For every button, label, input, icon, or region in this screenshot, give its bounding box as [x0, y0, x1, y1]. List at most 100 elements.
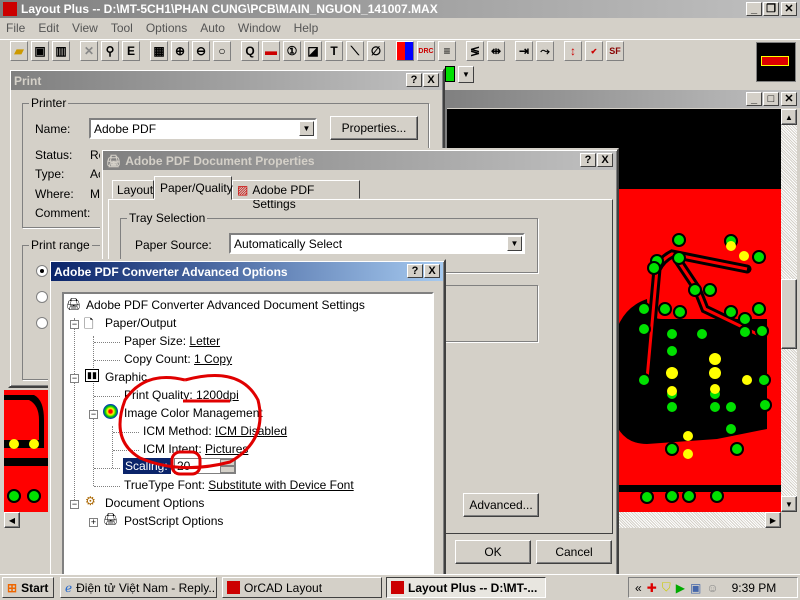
advanced-help-button[interactable]: ?: [407, 264, 423, 278]
menu-tool[interactable]: Tool: [111, 21, 133, 35]
menu-edit[interactable]: Edit: [38, 21, 59, 35]
menu-auto[interactable]: Auto: [200, 21, 225, 35]
tree-truetype-font[interactable]: TrueType Font: Substitute with Device Fo…: [124, 478, 354, 492]
scroll-down-button[interactable]: ▼: [781, 496, 797, 512]
pcb-close-button[interactable]: ✕: [781, 92, 797, 106]
doc-props-help-button[interactable]: ?: [580, 153, 596, 167]
advanced-button[interactable]: Advanced...: [463, 493, 539, 517]
print-close-button[interactable]: X: [423, 73, 439, 87]
pcb-maximize-button[interactable]: □: [763, 92, 779, 106]
collapse-icon[interactable]: −: [70, 374, 79, 383]
zoom-in-icon[interactable]: ⊕: [171, 41, 189, 61]
tree-graphic[interactable]: Graphic: [105, 370, 147, 384]
scaling-value[interactable]: 20: [177, 459, 190, 473]
play-icon[interactable]: ▶: [676, 581, 685, 595]
tree-icm-intent[interactable]: ICM Intent: Pictures: [143, 442, 248, 456]
restore-button[interactable]: ❐: [763, 2, 779, 16]
tab-paper-quality[interactable]: Paper/Quality: [154, 176, 233, 200]
close-button[interactable]: ✕: [781, 2, 797, 16]
truetype-value[interactable]: Substitute with Device Font: [208, 478, 353, 492]
tray-expand-button[interactable]: «: [635, 581, 642, 595]
collapse-icon[interactable]: −: [70, 500, 79, 509]
pcb-vertical-scrollbar[interactable]: ▲ ▼: [781, 109, 797, 512]
delete-icon[interactable]: ✕: [80, 41, 98, 61]
paper-size-value[interactable]: Letter: [189, 334, 220, 348]
error-icon[interactable]: ∅: [367, 41, 385, 61]
tab-layout[interactable]: Layout: [112, 180, 154, 199]
tree-print-quality[interactable]: Print Quality: 1200dpi: [124, 388, 239, 402]
tree-copy-count[interactable]: Copy Count: 1 Copy: [124, 352, 232, 366]
network-icon[interactable]: ▣: [690, 581, 701, 595]
open-icon[interactable]: ▰: [10, 41, 28, 61]
ok-button[interactable]: OK: [455, 540, 531, 564]
collapse-icon[interactable]: −: [70, 320, 79, 329]
scaling-label[interactable]: Scaling:: [123, 458, 171, 474]
color-icon[interactable]: [396, 41, 414, 61]
route-icon[interactable]: ≶: [466, 41, 484, 61]
icm-intent-value[interactable]: Pictures: [205, 442, 248, 456]
chevron-down-icon[interactable]: ▼: [507, 236, 522, 251]
messenger-icon[interactable]: ☺: [706, 581, 718, 595]
advanced-close-button[interactable]: X: [424, 264, 440, 278]
properties-button[interactable]: Properties...: [330, 116, 418, 140]
spin-up-button[interactable]: [220, 459, 235, 466]
minimize-button[interactable]: _: [746, 2, 762, 16]
copy-count-value[interactable]: 1 Copy: [194, 352, 232, 366]
text-icon[interactable]: T: [325, 41, 343, 61]
cancel-button[interactable]: Cancel: [536, 540, 612, 564]
drc-box-icon[interactable]: DRC: [417, 41, 435, 61]
via-icon[interactable]: ↕: [564, 41, 582, 61]
print-range-radio-3[interactable]: [36, 317, 48, 329]
auto-route-icon[interactable]: ⇥: [515, 41, 533, 61]
save-icon[interactable]: ▣: [31, 41, 49, 61]
tree-postscript-options[interactable]: PostScript Options: [124, 514, 223, 528]
red-cross-icon[interactable]: ✚: [647, 581, 657, 595]
zoom-icon[interactable]: ○: [213, 41, 231, 61]
library-icon[interactable]: ▥: [52, 41, 70, 61]
grid-icon[interactable]: ▦: [150, 41, 168, 61]
edit-icon[interactable]: E: [122, 41, 140, 61]
printer-name-select[interactable]: Adobe PDF ▼: [89, 118, 317, 139]
scroll-right-button[interactable]: ▶: [765, 512, 781, 528]
paper-source-select[interactable]: Automatically Select ▼: [229, 233, 525, 254]
taskbar-item-orcad[interactable]: OrCAD Layout: [222, 577, 382, 598]
print-range-radio-all[interactable]: [36, 265, 48, 277]
taskbar-item-layout-plus[interactable]: Layout Plus -- D:\MT-...: [386, 577, 546, 598]
layer-dropdown-arrow[interactable]: ▼: [458, 66, 474, 83]
obstacle-icon[interactable]: ◪: [304, 41, 322, 61]
connection-icon[interactable]: ⟍: [346, 41, 364, 61]
shove-icon[interactable]: ⇹: [487, 41, 505, 61]
query-icon[interactable]: Q: [241, 41, 259, 61]
chevron-down-icon[interactable]: ▼: [299, 121, 314, 136]
layer-preview[interactable]: [756, 42, 796, 82]
print-help-button[interactable]: ?: [406, 73, 422, 87]
left-scroll-button[interactable]: ◀: [4, 512, 20, 528]
menu-options[interactable]: Options: [146, 21, 187, 35]
settings-tree[interactable]: 🖨 Adobe PDF Converter Advanced Document …: [62, 292, 434, 582]
tree-icm-method[interactable]: ICM Method: ICM Disabled: [143, 424, 287, 438]
shield-icon[interactable]: ⛉: [662, 580, 671, 595]
start-button[interactable]: ⊞ Start: [2, 577, 54, 598]
drc-check-icon[interactable]: ✔: [585, 41, 603, 61]
pcb-minimize-button[interactable]: _: [746, 92, 762, 106]
find-icon[interactable]: ⚲: [101, 41, 119, 61]
print-range-radio-2[interactable]: [36, 291, 48, 303]
print-quality-value[interactable]: 1200dpi: [196, 388, 239, 402]
spin-down-button[interactable]: [220, 466, 235, 473]
icm-method-value[interactable]: ICM Disabled: [215, 424, 287, 438]
doc-props-close-button[interactable]: X: [597, 153, 613, 167]
scroll-up-button[interactable]: ▲: [781, 109, 797, 125]
component-icon[interactable]: ▬: [262, 41, 280, 61]
collapse-icon[interactable]: −: [89, 410, 98, 419]
tree-paper-output[interactable]: Paper/Output: [105, 316, 176, 330]
expand-icon[interactable]: +: [89, 518, 98, 527]
tree-image-color-management[interactable]: Image Color Management: [124, 406, 263, 420]
bend-icon[interactable]: ⤳: [536, 41, 554, 61]
tree-paper-size[interactable]: Paper Size: Letter: [124, 334, 220, 348]
scroll-thumb[interactable]: [781, 279, 797, 349]
menu-view[interactable]: View: [72, 21, 98, 35]
zoom-out-icon[interactable]: ⊖: [192, 41, 210, 61]
scaling-spinner[interactable]: 20: [174, 458, 236, 474]
menu-help[interactable]: Help: [294, 21, 319, 35]
taskbar-item-browser[interactable]: ℯ Điện tử Việt Nam - Reply...: [60, 577, 217, 598]
